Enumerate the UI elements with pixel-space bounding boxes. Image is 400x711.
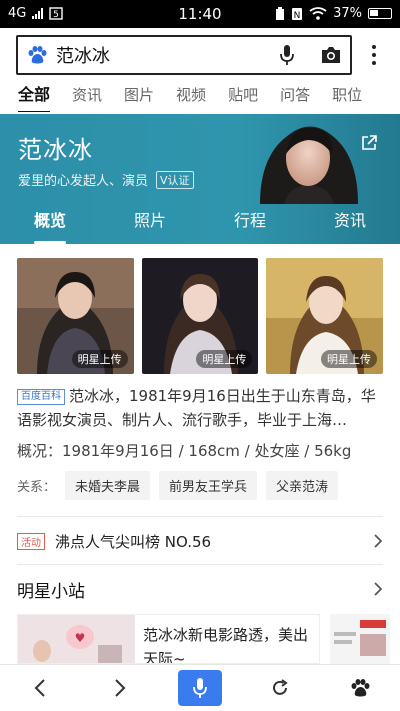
baidu-paw-icon [28, 46, 47, 64]
svg-text:N: N [294, 11, 301, 21]
relation-chip[interactable]: 父亲范涛 [266, 470, 339, 500]
section-title: 明星小站 [17, 581, 85, 602]
card-image [330, 614, 390, 664]
chevron-right-icon [115, 679, 126, 697]
hero-tab-overview[interactable]: 概览 [0, 200, 100, 244]
event-text: 沸点人气尖叫榜 NO.56 [55, 532, 212, 551]
photo-tag: 明星上传 [321, 350, 378, 368]
tab-tieba[interactable]: 贴吧 [228, 80, 258, 112]
more-menu-icon[interactable] [364, 42, 384, 68]
card-thumbnail: ♥ [18, 615, 135, 663]
relation-chip[interactable]: 前男友王学兵 [159, 470, 258, 500]
baidu-home-button[interactable] [338, 670, 382, 706]
divider [17, 564, 383, 565]
photo-thumbnail[interactable]: 明星上传 [141, 258, 259, 374]
card-image: ♥ [18, 615, 135, 663]
status-right: N 37% [275, 6, 392, 21]
star-station-card-2[interactable] [330, 614, 390, 664]
camera-icon[interactable] [320, 46, 342, 64]
status-bar: 4G 5 11:40 N 37% [0, 0, 400, 28]
share-icon[interactable] [360, 134, 378, 152]
battery-icon [368, 8, 392, 19]
refresh-icon [273, 679, 288, 695]
voice-search-button[interactable] [178, 670, 222, 706]
search-bar[interactable]: 范冰冰 [16, 35, 352, 75]
photo-thumbnail[interactable]: 明星上传 [17, 258, 134, 374]
back-button[interactable] [18, 670, 62, 706]
svg-text:♥: ♥ [75, 631, 86, 645]
event-badge: 活动 [17, 532, 45, 550]
divider [17, 516, 383, 517]
forward-button[interactable] [98, 670, 142, 706]
tab-news[interactable]: 资讯 [72, 80, 102, 112]
photo-tag: 明星上传 [196, 350, 253, 368]
hero-tabs: 概览 照片 行程 资讯 [0, 200, 400, 244]
profile-facts: 概况：1981年9月16日 / 168cm / 处女座 / 56kg [17, 442, 352, 460]
category-tabs: 全部 资讯 图片 视频 贴吧 问答 职位 [0, 80, 400, 112]
tab-videos[interactable]: 视频 [176, 80, 206, 112]
baike-intro[interactable]: 百度百科 范冰冰，1981年9月16日出生于山东青岛，华语影视女演员、制片人、流行… [17, 384, 385, 432]
tab-jobs[interactable]: 职位 [332, 80, 362, 112]
photo-strip: 明星上传 明星上传 明星上传 [17, 258, 384, 374]
hero-tab-news[interactable]: 资讯 [300, 200, 400, 244]
photo-tag: 明星上传 [71, 350, 128, 368]
battery-saver-icon [276, 6, 285, 20]
celebrity-name: 范冰冰 [18, 136, 93, 164]
baike-source-badge: 百度百科 [17, 389, 65, 405]
tab-images[interactable]: 图片 [124, 80, 154, 112]
tab-qa[interactable]: 问答 [280, 80, 310, 112]
bottom-navigation [0, 664, 400, 711]
intro-text: 范冰冰，1981年9月16日出生于山东青岛，华语影视女演员、制片人、流行歌手，毕… [17, 387, 376, 429]
hero-tab-schedule[interactable]: 行程 [200, 200, 300, 244]
chevron-left-icon [34, 679, 45, 697]
search-input[interactable]: 范冰冰 [56, 42, 278, 68]
refresh-button[interactable] [258, 670, 302, 706]
alarm-icon: N [292, 7, 303, 21]
relation-chip[interactable]: 未婚夫李晨 [65, 470, 151, 500]
hero-tab-photos[interactable]: 照片 [100, 200, 200, 244]
verified-badge: V认证 [156, 170, 194, 189]
celebrity-portrait [260, 126, 358, 204]
chevron-right-icon [374, 582, 383, 596]
microphone-icon[interactable] [278, 44, 296, 66]
star-station-card[interactable]: ♥ 范冰冰新电影路透，美出天际~ [17, 614, 320, 664]
microphone-icon [193, 678, 207, 698]
star-station-header[interactable]: 明星小站 [17, 574, 383, 604]
relations-label: 关系： [17, 479, 57, 495]
chevron-right-icon [374, 534, 383, 548]
card-title: 范冰冰新电影路透，美出天际~ [143, 626, 309, 664]
tab-all[interactable]: 全部 [18, 80, 51, 112]
photo-thumbnail[interactable]: 明星上传 [266, 258, 384, 374]
wifi-icon [309, 7, 327, 20]
relations-row: 关系： 未婚夫李晨 前男友王学兵 父亲范涛 [17, 470, 339, 500]
baidu-paw-icon [351, 679, 370, 697]
description-text: 爱里的心发起人、演员 [18, 174, 149, 189]
event-row[interactable]: 活动 沸点人气尖叫榜 NO.56 [17, 526, 383, 556]
battery-percent: 37% [333, 6, 362, 21]
celebrity-description: 爱里的心发起人、演员 V认证 [18, 170, 194, 189]
